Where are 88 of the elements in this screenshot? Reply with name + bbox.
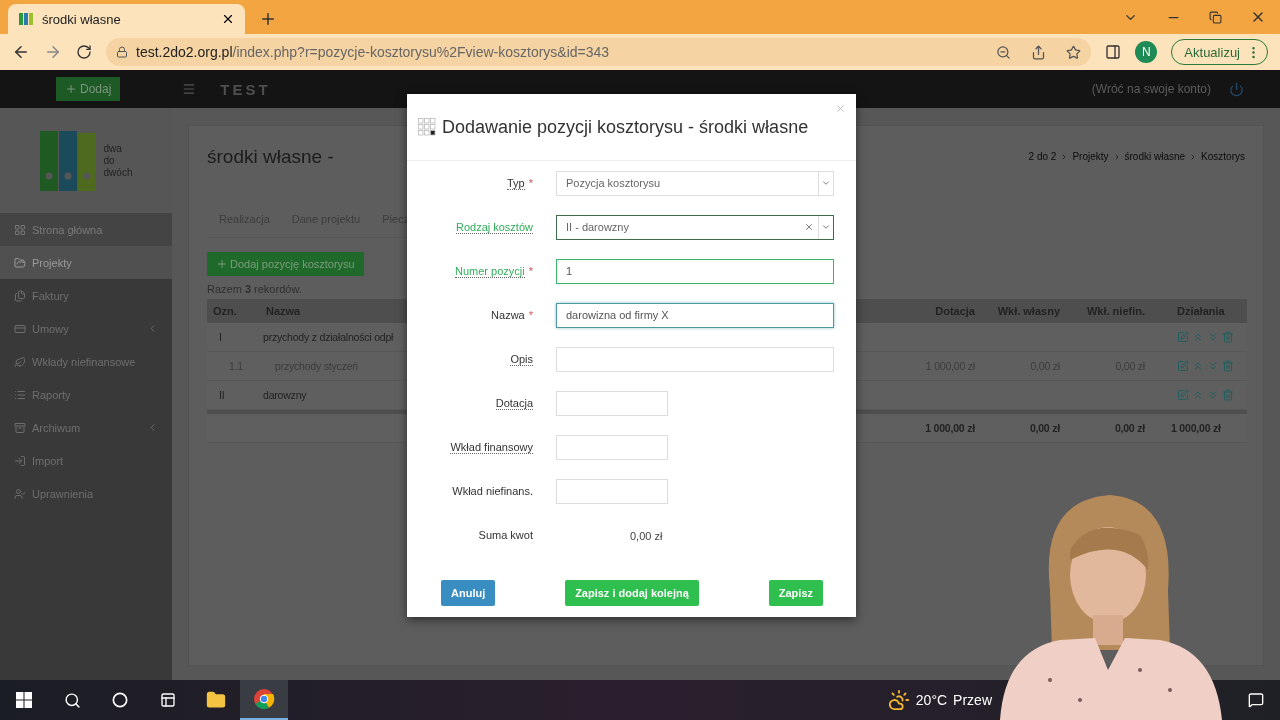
caret-icon <box>821 178 831 188</box>
card-icon <box>14 322 26 335</box>
caret-icon <box>821 222 831 232</box>
leaf-icon <box>14 355 26 368</box>
grid-icon <box>14 223 26 236</box>
browser-icon <box>253 688 275 710</box>
reload-icon[interactable] <box>76 44 92 60</box>
total-cell: 0,00 zł <box>1072 410 1157 443</box>
close-icon <box>835 103 846 114</box>
url-text: test.2do2.org.pl/index.php?r=pozycje-kosztorysu%2Fview-kosztorys&id=343 <box>136 44 611 60</box>
breadcrumb-link[interactable]: Kosztorys <box>1201 151 1245 162</box>
folder-icon <box>14 256 26 269</box>
field-label: Typ <box>507 176 525 190</box>
restore-icon[interactable] <box>1209 10 1222 24</box>
login-icon <box>14 454 26 467</box>
search-icon <box>63 691 81 709</box>
new-tab-icon[interactable] <box>259 10 277 28</box>
input-field[interactable] <box>556 434 668 460</box>
close-icon[interactable] <box>221 12 235 26</box>
user-check-icon <box>14 487 26 500</box>
field-label: Wkład finansowy <box>450 440 533 454</box>
grid-icon <box>418 118 436 136</box>
total-cell: 0,00 zł <box>987 410 1072 443</box>
update-button[interactable]: Aktualizuj <box>1171 39 1268 65</box>
field-label: Rodzaj kosztów <box>455 220 533 234</box>
required-mark: * <box>528 265 533 277</box>
cancel-button[interactable]: Anuluj <box>441 580 496 606</box>
browser-tab[interactable]: środki własne <box>8 4 245 34</box>
zoom-icon[interactable] <box>996 44 1012 60</box>
save-button[interactable]: Zapisz i dodaj kolejną <box>565 580 699 606</box>
brand-title: TEST <box>220 80 271 98</box>
field-label: Opis <box>510 352 533 366</box>
chrome-button[interactable] <box>240 680 288 720</box>
windows-icon <box>16 692 32 708</box>
sidebar-item[interactable]: Projekty <box>0 246 172 279</box>
total-cell: 1 000,00 zł <box>887 410 987 443</box>
breadcrumb-link[interactable]: środki własne <box>1124 151 1186 162</box>
field-label: Nazwa <box>491 309 525 321</box>
required-mark: * <box>528 177 533 189</box>
breadcrumb-link[interactable]: Projekty <box>1072 151 1109 162</box>
lock-icon <box>116 46 128 58</box>
page-title: środki własne - <box>207 146 334 168</box>
profile-avatar[interactable]: N <box>1135 41 1158 63</box>
temperature-text: 20°C <box>915 692 948 708</box>
favicon-icon <box>18 11 34 27</box>
side-panel-icon[interactable] <box>1105 44 1122 60</box>
list-icon <box>14 388 26 401</box>
plus-icon <box>216 258 228 270</box>
input-field[interactable]: darowizna od firmy X <box>556 302 834 328</box>
field-label: Wkład niefinans. <box>452 485 533 497</box>
task-view-icon <box>160 692 176 708</box>
field-label: Dotacja <box>495 396 533 410</box>
clear-icon[interactable] <box>804 222 814 232</box>
add-button[interactable]: Dodaj <box>56 77 121 101</box>
add-item-button[interactable]: Dodaj pozycję kosztorysu <box>207 252 364 276</box>
select-field[interactable]: Pozycja kosztorysu <box>556 170 834 196</box>
back-icon[interactable] <box>12 43 30 61</box>
plus-icon <box>65 83 77 95</box>
files-icon <box>14 289 26 302</box>
star-icon[interactable] <box>1066 44 1082 60</box>
folder-icon <box>206 690 226 710</box>
address-bar[interactable]: test.2do2.org.pl/index.php?r=pozycje-kosztorysu%2Fview-kosztorys&id=343 <box>106 38 1092 66</box>
table-cell: I <box>207 323 260 352</box>
field-label: Suma kwot <box>478 529 533 541</box>
menu-icon[interactable] <box>182 82 197 96</box>
field-label: Numer pozycji <box>455 264 525 278</box>
total-cell: 1 000,00 zł <box>1157 410 1247 443</box>
forward-icon[interactable] <box>44 43 62 61</box>
archive-icon <box>14 421 26 434</box>
power-icon[interactable] <box>1229 81 1244 97</box>
weather-icon[interactable] <box>887 689 910 711</box>
input-field[interactable] <box>556 346 834 372</box>
table-cell: II <box>207 381 260 410</box>
tab-title: środki własne <box>42 11 122 27</box>
share-icon[interactable] <box>1031 44 1047 60</box>
input-field[interactable]: 1 <box>556 258 834 284</box>
input-field[interactable] <box>556 390 668 416</box>
save-button[interactable]: Zapisz <box>768 580 823 606</box>
breadcrumb-link[interactable]: 2 do 2 <box>1028 151 1057 162</box>
weather-text: Przew <box>953 692 992 708</box>
message-icon <box>1248 692 1264 708</box>
circle-icon <box>112 692 128 708</box>
select-field[interactable]: II - darowzny <box>556 214 834 240</box>
modal-title: Dodawanie pozycji kosztorysu - środki własne <box>442 116 809 138</box>
input-field[interactable] <box>556 478 668 504</box>
required-mark: * <box>528 309 533 321</box>
back-link[interactable]: (Wróć na swoje konto) <box>1091 82 1211 96</box>
sum-value: 0,00 zł <box>629 530 663 542</box>
